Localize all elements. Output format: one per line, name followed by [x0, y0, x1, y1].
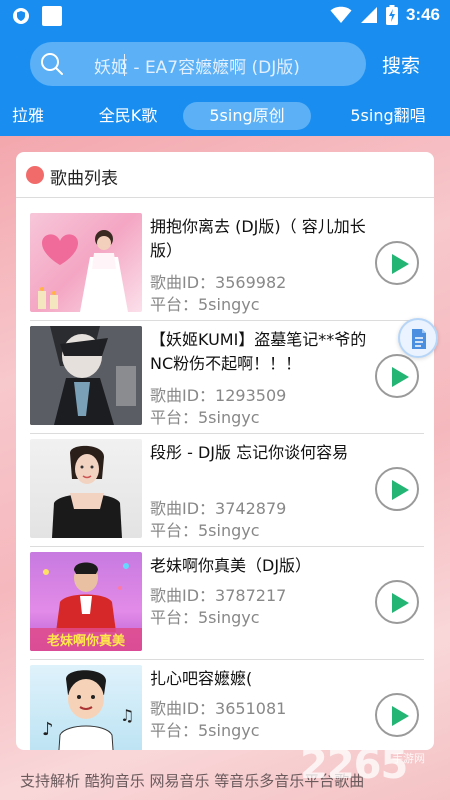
tab-laya[interactable]: 拉雅 [8, 102, 48, 130]
search-icon [41, 53, 63, 75]
song-thumbnail: ♪ ♫ [30, 665, 142, 750]
tab-5sing-original[interactable]: 5sing原创 [183, 102, 311, 130]
song-item[interactable]: 【妖姬KUMI】盗墓笔记**爷的NC粉伤不起啊！！！ 歌曲ID：1293509 … [30, 312, 424, 427]
song-item[interactable]: 拥抱你离去 (DJ版)（ 容儿加长版） 歌曲ID：3569982 平台：5sin… [30, 199, 424, 314]
play-icon [392, 367, 409, 387]
song-title: 【妖姬KUMI】盗墓笔记**爷的NC粉伤不起啊！！！ [150, 330, 367, 373]
play-button[interactable] [375, 693, 419, 737]
song-id: 歌曲ID：1293509 [150, 386, 287, 405]
tab-5sing-cover[interactable]: 5sing翻唱 [333, 102, 443, 130]
song-id: 歌曲ID：3651081 [150, 699, 287, 718]
song-item[interactable]: 段彤 - DJ版 忘记你谈何容易 歌曲ID：3742879 平台：5singyc [30, 425, 424, 540]
notification-square-icon [42, 6, 62, 26]
tab-quanmin-kge[interactable]: 全民K歌 [90, 102, 166, 130]
play-button[interactable] [375, 467, 419, 511]
song-platform: 平台：5singyc [150, 721, 260, 740]
wifi-icon [330, 6, 352, 24]
song-platform: 平台：5singyc [150, 608, 260, 627]
svg-text:♫: ♫ [120, 706, 134, 725]
song-title: 老妹啊你真美（DJ版） [150, 556, 312, 575]
status-bar: 3:46 [0, 0, 450, 32]
watermark-sub: 手游网 [392, 752, 425, 765]
play-icon [392, 593, 409, 613]
play-icon [392, 706, 409, 726]
song-title: 扎心吧容嬷嬷( [150, 669, 253, 688]
play-icon [392, 254, 409, 274]
document-icon [412, 329, 426, 349]
signal-icon [360, 7, 377, 23]
play-icon [392, 480, 409, 500]
song-item[interactable]: ♪ ♫ 扎心吧容嬷嬷( 歌曲ID：3651081 平台：5singyc [30, 651, 424, 750]
song-list-card: 歌曲列表 拥抱你离去 (DJ版)（ 容儿加长版） 歌曲ID：3569982 平台… [16, 152, 434, 750]
floating-document-button[interactable] [398, 318, 438, 358]
search-button[interactable]: 搜索 [382, 51, 420, 78]
song-list-header: 歌曲列表 [16, 152, 434, 198]
play-button[interactable] [375, 354, 419, 398]
song-id: 歌曲ID：3787217 [150, 586, 287, 605]
thumbnail-caption: 老妹啊你真美 [46, 633, 126, 649]
song-id: 歌曲ID：3742879 [150, 499, 287, 518]
song-title: 段彤 - DJ版 忘记你谈何容易 [150, 443, 349, 462]
header-dot-icon [26, 166, 44, 184]
song-list-title: 歌曲列表 [50, 169, 118, 189]
search-input[interactable]: 妖姬 - EA7容嬷嬷啊 (DJ版) [30, 42, 366, 86]
play-button[interactable] [375, 241, 419, 285]
song-thumbnail: 老妹啊你真美 [30, 552, 142, 651]
category-tabs: 拉雅 全民K歌 5sing原创 5sing翻唱 [0, 96, 450, 136]
battery-charging-icon [385, 5, 398, 25]
song-id: 歌曲ID：3569982 [150, 273, 287, 292]
svg-text:♪: ♪ [42, 719, 54, 740]
song-thumbnail [30, 213, 142, 312]
song-thumbnail [30, 439, 142, 538]
song-thumbnail [30, 326, 142, 425]
shield-icon [13, 8, 29, 24]
song-title: 拥抱你离去 (DJ版)（ 容儿加长版） [150, 217, 366, 260]
search-bar: 妖姬 - EA7容嬷嬷啊 (DJ版) 搜索 [0, 32, 450, 96]
song-item[interactable]: 老妹啊你真美 老妹啊你真美（DJ版） 歌曲ID：3787217 平台：5sing… [30, 538, 424, 651]
play-button[interactable] [375, 580, 419, 624]
status-time: 3:46 [405, 5, 440, 24]
search-query: 妖姬 - EA7容嬷嬷啊 (DJ版) [94, 58, 300, 78]
